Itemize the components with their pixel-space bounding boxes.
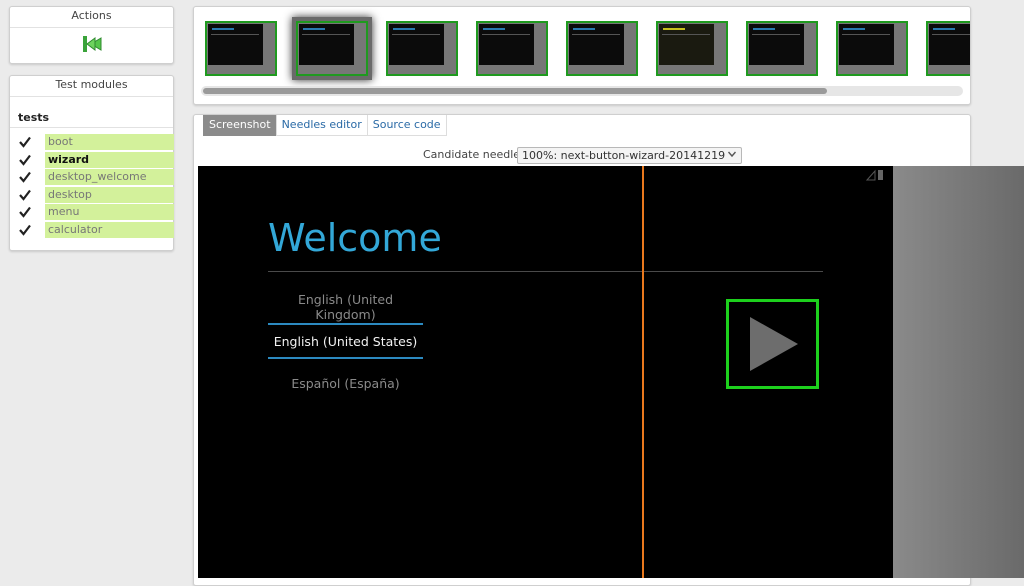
next-button-match-area[interactable] bbox=[726, 299, 819, 389]
thumbnail[interactable] bbox=[656, 21, 728, 76]
thumbnail[interactable] bbox=[926, 21, 970, 76]
module-item-wizard: wizard bbox=[10, 151, 174, 170]
divider bbox=[268, 271, 823, 272]
thumbnail[interactable] bbox=[746, 21, 818, 76]
selection-line bbox=[268, 323, 423, 325]
status-bar-icons bbox=[866, 169, 883, 181]
thumbnail[interactable] bbox=[476, 21, 548, 76]
check-icon bbox=[19, 206, 31, 218]
check-icon bbox=[19, 154, 31, 166]
tab-source-code[interactable]: Source code bbox=[366, 115, 447, 136]
module-link[interactable]: desktop_welcome bbox=[45, 169, 174, 185]
screenshot-overflow-area bbox=[893, 166, 1024, 578]
module-item-desktop: desktop bbox=[10, 186, 174, 205]
module-item-boot: boot bbox=[10, 134, 174, 152]
module-link[interactable]: menu bbox=[45, 204, 174, 220]
chevron-down-icon bbox=[728, 151, 736, 158]
module-link[interactable]: boot bbox=[45, 134, 174, 150]
selection-line bbox=[268, 357, 423, 359]
candidate-needle-label: Candidate needle: bbox=[423, 148, 524, 161]
language-option[interactable]: English (United Kingdom) bbox=[268, 292, 423, 322]
module-item-calculator: calculator bbox=[10, 221, 174, 240]
test-modules-panel: Test modules tests boot wizard desktop_w… bbox=[9, 75, 174, 251]
thumbnail[interactable] bbox=[836, 21, 908, 76]
module-list: boot wizard desktop_welcome desktop menu… bbox=[10, 134, 174, 240]
screenshot-thumbnail-strip bbox=[193, 6, 971, 105]
actions-panel: Actions bbox=[9, 6, 174, 64]
actions-title: Actions bbox=[10, 7, 173, 28]
back-to-start-icon[interactable] bbox=[82, 35, 102, 53]
thumbnail[interactable] bbox=[205, 21, 277, 76]
module-item-menu: menu bbox=[10, 204, 174, 222]
check-icon bbox=[19, 189, 31, 201]
language-option-selected[interactable]: English (United States) bbox=[268, 334, 423, 349]
thumbnail-selected[interactable] bbox=[296, 21, 368, 76]
comparison-divider[interactable] bbox=[642, 166, 644, 578]
horizontal-scrollbar[interactable] bbox=[201, 86, 963, 96]
viewer-tabs: Screenshot Needles editor Source code bbox=[203, 115, 447, 136]
tab-screenshot[interactable]: Screenshot bbox=[203, 115, 277, 136]
module-link[interactable]: desktop bbox=[45, 186, 174, 203]
test-screenshot: Welcome English (United Kingdom) English… bbox=[198, 166, 893, 578]
module-group-tests: tests bbox=[10, 108, 173, 128]
candidate-needle-value: 100%: next-button-wizard-20141219 bbox=[522, 149, 726, 162]
tab-needles-editor[interactable]: Needles editor bbox=[275, 115, 368, 136]
check-icon bbox=[19, 224, 31, 236]
check-icon bbox=[19, 136, 31, 148]
welcome-title: Welcome bbox=[268, 216, 442, 260]
test-modules-title: Test modules bbox=[10, 76, 173, 97]
candidate-needle-select[interactable]: 100%: next-button-wizard-20141219 bbox=[517, 147, 742, 164]
thumbnail[interactable] bbox=[566, 21, 638, 76]
scrollbar-thumb[interactable] bbox=[203, 88, 827, 94]
module-item-desktop-welcome: desktop_welcome bbox=[10, 169, 174, 187]
module-link[interactable]: wizard bbox=[45, 151, 174, 168]
candidate-needle-row: Candidate needle: 100%: next-button-wiza… bbox=[194, 147, 970, 165]
play-arrow-icon bbox=[750, 317, 798, 371]
language-option[interactable]: Español (España) bbox=[268, 376, 423, 391]
check-icon bbox=[19, 171, 31, 183]
thumbnail[interactable] bbox=[386, 21, 458, 76]
module-link[interactable]: calculator bbox=[45, 221, 174, 238]
